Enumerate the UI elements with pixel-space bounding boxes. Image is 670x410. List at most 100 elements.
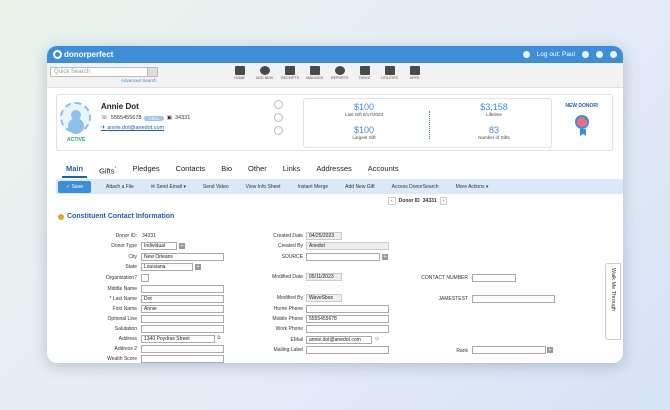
mailing-label-field[interactable] <box>306 346 389 354</box>
new-donor-label: NEW DONOR! <box>565 103 599 109</box>
quick-search-input[interactable]: Quick Search <box>50 67 158 77</box>
mailing-label-label: Mailing Label <box>273 347 303 353</box>
donor-id-nav-value: 34331 <box>422 198 437 204</box>
jamestest-label: JAMESTEST <box>438 296 468 302</box>
nav-label: HOME <box>234 76 245 80</box>
view-info-sheet-button[interactable]: View Info Sheet <box>246 184 281 190</box>
tab-bio[interactable]: Bio <box>213 162 240 176</box>
wealth-score-field[interactable] <box>141 355 224 363</box>
tab-links[interactable]: Links <box>275 162 309 176</box>
section-header[interactable]: Constituent Contact Information <box>58 213 174 220</box>
nav-label: UTILITIES <box>381 76 398 80</box>
home-phone-field[interactable] <box>306 305 389 313</box>
mobile-phone-field[interactable]: 5555455678 <box>306 315 389 323</box>
section-title: Constituent Contact Information <box>67 213 175 220</box>
send-video-button[interactable]: Send Video <box>203 184 229 190</box>
instant-merge-button[interactable]: Instant Merge <box>298 184 329 190</box>
add-rank-button[interactable]: + <box>547 347 553 353</box>
donor-id-label: Donor ID: <box>115 233 137 239</box>
gear-icon[interactable] <box>610 51 617 58</box>
home-icon[interactable] <box>582 51 589 58</box>
source-select[interactable] <box>306 253 380 261</box>
modified-date-label: Modified Date <box>272 274 303 280</box>
help-icon[interactable] <box>596 51 603 58</box>
rank-select[interactable] <box>472 346 546 354</box>
nav-label: REPORTS <box>331 76 349 80</box>
jamestest-field[interactable] <box>472 295 555 303</box>
state-select[interactable]: Louisiana <box>141 263 193 271</box>
nav-tasks[interactable]: TASKS <box>356 66 373 80</box>
nav-label: ADD NEW <box>256 76 273 80</box>
add-donor-type-button[interactable]: + <box>179 243 185 249</box>
nav-mailings[interactable]: MAILINGS <box>306 66 323 80</box>
tab-contacts[interactable]: Contacts <box>168 162 214 176</box>
collapse-icon[interactable] <box>58 213 64 220</box>
nav-home[interactable]: HOME <box>231 66 248 80</box>
person-icon[interactable] <box>273 126 283 135</box>
tab-addresses[interactable]: Addresses <box>308 162 359 176</box>
add-source-button[interactable]: + <box>382 254 388 260</box>
address-field[interactable]: 1340 Poydras Street <box>141 335 215 343</box>
prev-record-button[interactable]: ‹ <box>388 197 396 205</box>
send-email-button[interactable]: ✉ Send Email ▾ <box>151 184 186 190</box>
contact-number-field[interactable] <box>472 274 516 282</box>
nav-label: MAILINGS <box>306 76 324 80</box>
home-icon <box>234 66 245 75</box>
donor-id-text: 34331 <box>174 115 191 121</box>
clipboard-icon <box>359 66 370 75</box>
attach-file-button[interactable]: Attach a File <box>106 184 134 190</box>
refresh-icon[interactable] <box>273 113 283 122</box>
search-icon[interactable] <box>147 68 157 76</box>
largest-gift-value: $100 <box>353 125 375 135</box>
advanced-search-link[interactable]: Advanced Search <box>121 78 157 83</box>
first-name-label: First Name <box>112 306 137 312</box>
middle-name-field[interactable] <box>141 285 224 293</box>
app-logo[interactable]: donorperfect <box>53 50 113 59</box>
created-date-field: 04/25/2023 <box>306 232 342 240</box>
add-new-gift-button[interactable]: Add New Gift <box>345 184 374 190</box>
next-record-button[interactable]: › <box>439 197 448 205</box>
tab-gifts[interactable]: Gifts* <box>91 162 124 176</box>
copy-icon[interactable]: ⧉ <box>217 335 221 341</box>
donor-type-select[interactable]: Individual <box>141 242 177 250</box>
tab-main[interactable]: Main <box>58 162 91 178</box>
email-action-icon[interactable]: ⊙ <box>375 336 379 342</box>
phone-number[interactable]: 5555455678 <box>111 115 142 121</box>
nav-receipts[interactable]: RECEIPTS <box>281 66 299 80</box>
last-name-field[interactable]: Dot <box>141 295 224 303</box>
more-actions-button[interactable]: More Actions ▾ <box>456 184 489 190</box>
diamond-icon[interactable] <box>273 100 283 109</box>
save-button[interactable]: ✓ Save <box>58 180 91 193</box>
tab-badge: * <box>114 166 117 172</box>
nav-add-new[interactable]: ADD NEW <box>256 66 273 80</box>
last-gift: $100 Last Gift 5/17/2023 <box>324 102 404 117</box>
organization-checkbox[interactable] <box>141 274 149 282</box>
megaphone-icon[interactable] <box>522 51 530 58</box>
tab-pledges[interactable]: Pledges <box>124 162 167 176</box>
access-donorsearch-button[interactable]: Access DonorSearch <box>392 184 439 190</box>
nav-apps[interactable]: APPS <box>406 66 423 80</box>
add-state-button[interactable]: + <box>195 264 201 270</box>
walkme-label: Walk Me Through <box>610 268 616 312</box>
salutation-field[interactable] <box>141 325 224 333</box>
address-label: Address <box>118 336 137 342</box>
optional-line-field[interactable] <box>141 315 224 323</box>
address2-field[interactable] <box>141 345 224 353</box>
logout-link[interactable]: Log out: Paul <box>537 51 575 58</box>
summary-side-icons <box>271 100 285 139</box>
tab-label: Gifts <box>99 166 115 176</box>
search-placeholder: Quick Search <box>54 69 91 75</box>
work-phone-field[interactable] <box>306 325 389 333</box>
tab-accounts[interactable]: Accounts <box>360 162 407 176</box>
nav-reports[interactable]: REPORTS <box>331 66 348 80</box>
nav-utilities[interactable]: UTILITIES <box>381 66 398 80</box>
lifetime-value: $3,158 <box>480 102 508 112</box>
city-field[interactable]: New Orleans <box>141 253 224 261</box>
first-name-field[interactable]: Annie <box>141 305 224 313</box>
avatar[interactable] <box>60 102 91 133</box>
walkme-tab[interactable]: Walk Me Through <box>605 263 621 340</box>
logo-text: donorperfect <box>64 50 114 59</box>
tab-other[interactable]: Other <box>240 162 275 176</box>
donor-email-link[interactable]: ✈ annie.dot@anedot.com <box>101 125 164 131</box>
email-field[interactable]: annie.dot@anedot.com <box>306 336 372 344</box>
